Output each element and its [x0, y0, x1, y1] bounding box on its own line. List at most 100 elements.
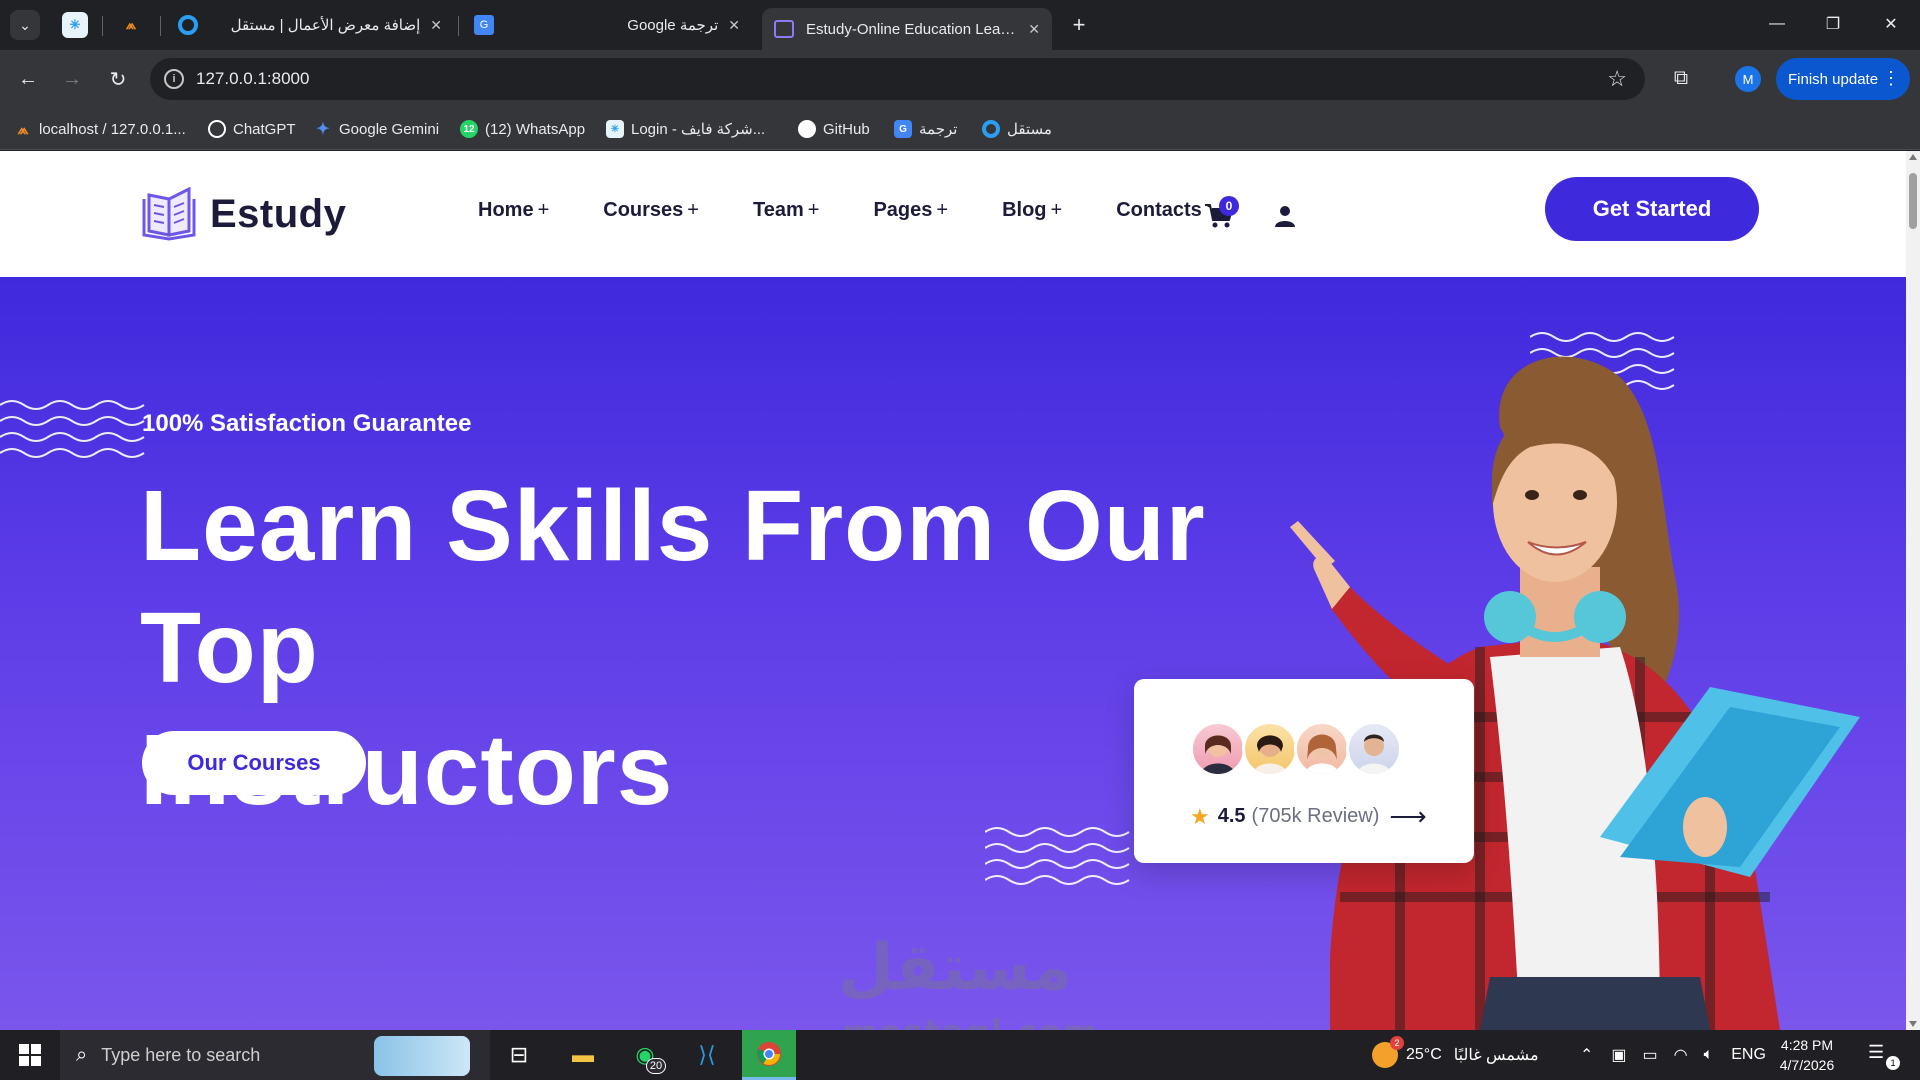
tab-separator: [102, 16, 103, 36]
menu-label: Pages: [873, 199, 933, 221]
windows-start-icon[interactable]: [0, 1030, 60, 1080]
extensions-puzzle-icon[interactable]: ⧉: [1668, 65, 1694, 91]
back-icon[interactable]: ←: [12, 63, 44, 95]
menu-item-courses[interactable]: Courses +: [603, 199, 699, 222]
wave-decoration: [0, 400, 145, 458]
bookmark-gemini[interactable]: ✦ Google Gemini: [314, 118, 439, 140]
battery-icon[interactable]: ▭: [1643, 1045, 1658, 1065]
site-logo[interactable]: Estudy: [140, 187, 346, 241]
search-placeholder: Type here to search: [101, 1044, 261, 1065]
reviewer-avatars: [1190, 721, 1402, 777]
new-tab-button[interactable]: +: [1066, 12, 1092, 38]
tab-separator: [160, 16, 161, 36]
file-explorer-icon[interactable]: ▬: [556, 1030, 610, 1080]
bookmark-localhost[interactable]: ⩕ localhost / 127.0.0.1...: [14, 118, 185, 140]
forward-icon[interactable]: →: [56, 63, 88, 95]
url-text[interactable]: 127.0.0.1:8000: [196, 69, 309, 89]
wifi-icon[interactable]: ◠: [1674, 1045, 1688, 1065]
bookmark-label: مستقل: [1007, 121, 1052, 138]
system-tray: ⌃ ▣ ▭ ◠ 🔈︎ ENG: [1580, 1030, 1766, 1080]
close-icon[interactable]: ✕: [430, 17, 442, 34]
clock-time: 4:28 PM: [1780, 1037, 1834, 1053]
plus-icon: +: [936, 199, 949, 221]
tab-search-button[interactable]: ⌄: [10, 10, 40, 40]
menu-item-blog[interactable]: Blog +: [1002, 199, 1062, 222]
volume-icon[interactable]: 🔈︎: [1704, 1046, 1714, 1064]
close-icon[interactable]: ✕: [728, 17, 740, 34]
bookmark-label: Google Gemini: [339, 120, 440, 138]
menu-label: Home: [478, 199, 534, 221]
taskbar-clock[interactable]: 4:28 PM 4/7/2026: [1762, 1035, 1852, 1075]
bookmark-label: (12) WhatsApp: [485, 120, 586, 138]
tab-label: ترجمة Google: [627, 17, 719, 34]
meet-now-icon[interactable]: ▣: [1611, 1045, 1626, 1065]
whatsapp-badge: 20: [646, 1058, 666, 1074]
tab-estudy[interactable]: Estudy-Online Education Learning ✕: [762, 8, 1052, 50]
close-window-icon[interactable]: ✕: [1866, 8, 1916, 40]
bookmark-translate[interactable]: G ترجمة: [894, 118, 957, 140]
estudy-book-icon: [774, 20, 794, 38]
scroll-down-icon[interactable]: [1909, 1021, 1917, 1027]
review-card[interactable]: ★ 4.5 (705k Review) ⟶: [1134, 679, 1474, 863]
chatgpt-icon: [208, 120, 226, 138]
chevron-up-icon[interactable]: ⌃: [1580, 1045, 1593, 1065]
address-bar[interactable]: i 127.0.0.1:8000 ☆: [150, 58, 1645, 100]
search-icon: ⌕: [76, 1043, 88, 1066]
windows-taskbar: ⌕ Type here to search ⊟ ▬ ◉ 20 ⟩⟨ 2 25°C …: [0, 1030, 1920, 1080]
weather-desc: مشمس غالبًا: [1453, 1047, 1539, 1064]
scroll-thumb[interactable]: [1909, 173, 1917, 229]
bookmark-label: GitHub: [823, 120, 870, 138]
plus-icon: +: [537, 199, 550, 221]
cart-count-badge: 0: [1219, 196, 1239, 216]
localhost-tools-icon[interactable]: ⩕: [118, 12, 144, 38]
watermark-arabic: مستقل: [838, 931, 1073, 1005]
whatsapp-taskbar-icon[interactable]: ◉ 20: [618, 1030, 672, 1080]
site-info-icon[interactable]: i: [164, 69, 184, 89]
bookmark-whatsapp[interactable]: 12 (12) WhatsApp: [460, 118, 585, 140]
notifications-icon[interactable]: ☰ 1: [1868, 1042, 1900, 1070]
avatar: [1242, 721, 1298, 777]
brand-name: Estudy: [210, 191, 347, 236]
user-icon[interactable]: [1274, 205, 1296, 227]
bookmark-mostaql[interactable]: مستقل: [982, 118, 1052, 140]
whatsapp-icon: 12: [460, 120, 478, 138]
menu-label: Contacts: [1116, 199, 1202, 221]
menu-item-team[interactable]: Team +: [753, 199, 819, 222]
login-icon: ✳: [606, 120, 624, 138]
watermark-latin: mostaql.com: [842, 1013, 1099, 1030]
bookmark-chatgpt[interactable]: ChatGPT: [208, 118, 296, 140]
page-scrollbar[interactable]: [1906, 151, 1920, 1030]
close-icon[interactable]: ✕: [1028, 21, 1040, 38]
arrow-right-icon[interactable]: ⟶: [1389, 801, 1426, 832]
get-started-button[interactable]: Get Started: [1545, 177, 1759, 241]
bookmark-label: ChatGPT: [233, 120, 296, 138]
page-viewport: Estudy Home + Courses + Team + Pages + Blog +…: [0, 151, 1906, 1030]
finish-update-button[interactable]: Finish update ⋮: [1776, 58, 1910, 100]
main-menu: Home + Courses + Team + Pages + Blog + Contac…: [478, 199, 1256, 222]
scroll-up-icon[interactable]: [1909, 154, 1917, 160]
weather-widget[interactable]: 2 25°C مشمس غالبًا: [1372, 1030, 1539, 1080]
menu-label: Courses: [603, 199, 684, 221]
tab-google-translate[interactable]: G ترجمة Google ✕: [462, 8, 752, 42]
chrome-icon[interactable]: [742, 1030, 796, 1080]
menu-item-contacts[interactable]: Contacts: [1116, 199, 1202, 222]
our-courses-button[interactable]: Our Courses: [142, 731, 366, 795]
minimize-icon[interactable]: —: [1752, 8, 1802, 40]
taskbar-search[interactable]: ⌕ Type here to search: [60, 1030, 490, 1080]
task-view-icon[interactable]: ⊟: [492, 1030, 546, 1080]
bookmark-login[interactable]: ✳ Login - شركة فايف...: [606, 118, 765, 140]
language-indicator[interactable]: ENG: [1731, 1046, 1766, 1064]
mostaql-icon: [178, 15, 198, 35]
menu-item-home[interactable]: Home +: [478, 199, 549, 222]
plus-icon: +: [687, 199, 699, 221]
reload-icon[interactable]: ↻: [102, 63, 134, 95]
bookmark-github[interactable]: GitHub: [798, 118, 870, 140]
tab-label: Estudy-Online Education Learning: [806, 20, 1019, 38]
profile-avatar[interactable]: M: [1735, 66, 1761, 92]
vscode-icon[interactable]: ⟩⟨: [680, 1030, 734, 1080]
freelancer-star-icon[interactable]: ✳: [62, 12, 88, 38]
bookmark-star-icon[interactable]: ☆: [1607, 66, 1627, 92]
tab-mostaql-portfolio[interactable]: إضافة معرض الأعمال | مستقل ✕: [166, 8, 454, 42]
restore-icon[interactable]: ❐: [1808, 8, 1858, 40]
menu-item-pages[interactable]: Pages +: [873, 199, 948, 222]
